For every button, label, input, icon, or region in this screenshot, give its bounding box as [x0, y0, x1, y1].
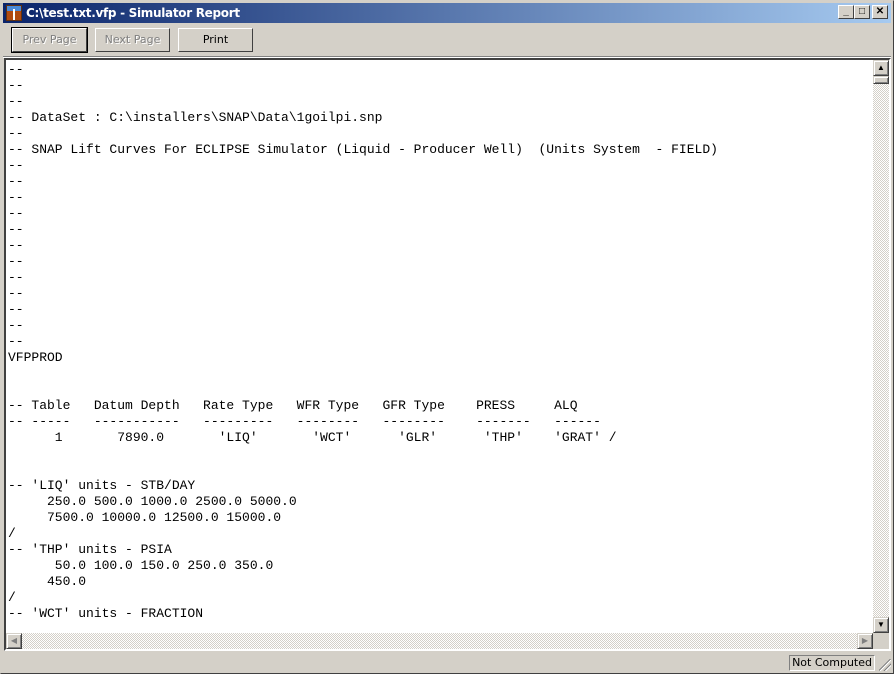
report-line: -- 'WCT' units - FRACTION — [8, 606, 204, 621]
status-panel: Not Computed — [789, 655, 875, 671]
prev-page-button[interactable]: Prev Page — [11, 27, 88, 53]
report-line: -- — [8, 334, 24, 349]
report-line: -- — [8, 126, 24, 141]
report-line: 1 7890.0 'LIQ' 'WCT' 'GLR' 'THP' 'GRAT' … — [8, 430, 617, 445]
title-bar[interactable]: C:\test.txt.vfp - Simulator Report _ □ ✕ — [3, 3, 891, 23]
report-line: -- — [8, 222, 24, 237]
toolbar: Prev Page Next Page Print — [1, 25, 893, 55]
window-controls: _ □ ✕ — [838, 5, 888, 19]
scroll-left-button[interactable]: ◀ — [6, 633, 22, 649]
report-line: 450.0 — [8, 574, 87, 589]
report-line — [8, 382, 718, 398]
report-line: 250.0 500.0 1000.0 2500.0 5000.0 — [8, 494, 297, 509]
report-line: -- Table Datum Depth Rate Type WFR Type … — [8, 398, 578, 413]
scroll-up-button[interactable]: ▲ — [873, 60, 889, 76]
app-icon[interactable] — [6, 5, 22, 21]
report-line: -- — [8, 62, 24, 77]
horizontal-scrollbar[interactable]: ◀ ▶ — [6, 633, 873, 649]
report-line: -- — [8, 206, 24, 221]
report-line: / — [8, 590, 16, 605]
scroll-right-button[interactable]: ▶ — [857, 633, 873, 649]
report-line: -- — [8, 238, 24, 253]
report-line: -- 'THP' units - PSIA — [8, 542, 172, 557]
report-line — [8, 446, 718, 462]
report-text: -- -- -- -- DataSet : C:\installers\SNAP\Da… — [8, 62, 718, 622]
close-button[interactable]: ✕ — [872, 5, 888, 19]
report-line: / — [8, 526, 16, 541]
report-line: -- — [8, 158, 24, 173]
window-title: C:\test.txt.vfp - Simulator Report — [26, 6, 240, 20]
scrollbar-corner — [873, 633, 889, 649]
report-line: -- DataSet : C:\installers\SNAP\Data\1go… — [8, 110, 383, 125]
report-line: -- — [8, 94, 24, 109]
report-line: -- — [8, 78, 24, 93]
report-line: -- — [8, 254, 24, 269]
simulator-report-window: C:\test.txt.vfp - Simulator Report _ □ ✕… — [0, 0, 894, 674]
minimize-button[interactable]: _ — [838, 5, 854, 19]
report-line: -- SNAP Lift Curves For ECLIPSE Simulato… — [8, 142, 718, 157]
report-view[interactable]: -- -- -- -- DataSet : C:\installers\SNAP\Da… — [4, 58, 891, 651]
report-line: 7500.0 10000.0 12500.0 15000.0 — [8, 510, 282, 525]
report-line: 50.0 100.0 150.0 250.0 350.0 — [8, 558, 274, 573]
report-line: -- — [8, 270, 24, 285]
vertical-scrollbar[interactable]: ▲ ▼ — [873, 60, 889, 633]
report-line: VFPPROD — [8, 350, 63, 365]
report-line: -- — [8, 286, 24, 301]
report-line: -- ----- ----------- --------- -------- … — [8, 414, 601, 429]
maximize-button[interactable]: □ — [854, 5, 870, 19]
report-line: -- — [8, 190, 24, 205]
scroll-down-button[interactable]: ▼ — [873, 617, 889, 633]
report-line: -- — [8, 318, 24, 333]
print-button[interactable]: Print — [178, 28, 253, 52]
status-bar: Not Computed — [1, 653, 893, 673]
report-line — [8, 366, 718, 382]
report-line: -- 'LIQ' units - STB/DAY — [8, 478, 196, 493]
resize-grip-icon[interactable] — [879, 659, 891, 671]
report-line: -- — [8, 174, 24, 189]
next-page-button[interactable]: Next Page — [95, 28, 170, 52]
report-line — [8, 462, 718, 478]
vertical-scroll-thumb[interactable] — [873, 76, 889, 84]
report-line: -- — [8, 302, 24, 317]
